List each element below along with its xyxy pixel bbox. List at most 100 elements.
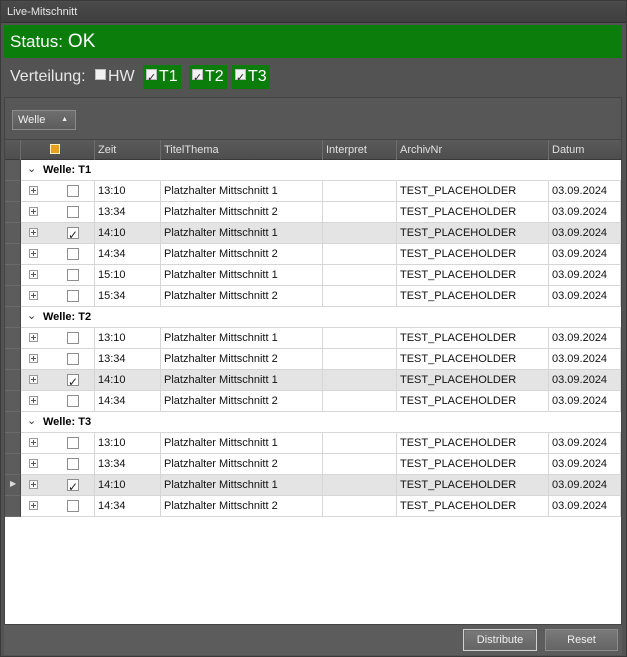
row-checkbox[interactable]: [67, 353, 79, 365]
expand-plus-icon[interactable]: [29, 480, 38, 489]
table-row[interactable]: 14:10Platzhalter Mittschnitt 1 TEST_PLACE…: [21, 475, 621, 496]
row-indicator[interactable]: [5, 244, 21, 265]
row-indicator[interactable]: ▶: [5, 475, 21, 496]
row-checkbox[interactable]: [67, 269, 79, 281]
row-indicator[interactable]: [5, 286, 21, 307]
column-header-datum[interactable]: Datum: [549, 140, 621, 160]
cell-titelthema: Platzhalter Mittschnitt 1: [161, 265, 323, 286]
row-checkbox[interactable]: [67, 206, 79, 218]
row-indicator[interactable]: [5, 433, 21, 454]
row-checkbox[interactable]: [67, 225, 79, 243]
distribution-option-t3[interactable]: T3: [232, 65, 270, 90]
row-checkbox[interactable]: [67, 395, 79, 407]
table-row[interactable]: 13:34 Platzhalter Mittschnitt 2 TEST_PLACE…: [21, 349, 621, 370]
table-row[interactable]: 13:34 Platzhalter Mittschnitt 2 TEST_PLACE…: [21, 202, 621, 223]
cell-zeit: 14:34: [95, 391, 161, 412]
expand-plus-icon[interactable]: [29, 396, 38, 405]
group-row[interactable]: ⌄ Welle: T3: [21, 412, 621, 433]
row-indicator[interactable]: [5, 370, 21, 391]
column-header-zeit[interactable]: Zeit: [95, 140, 161, 160]
row-checkbox[interactable]: [67, 437, 79, 449]
distribute-button[interactable]: Distribute: [463, 629, 537, 651]
expand-plus-icon[interactable]: [29, 270, 38, 279]
table-row[interactable]: 15:10 Platzhalter Mittschnitt 1 TEST_PLACE…: [21, 265, 621, 286]
checkbox-icon[interactable]: [235, 66, 246, 90]
expand-plus-icon[interactable]: [29, 228, 38, 237]
cell-controls: [21, 223, 95, 244]
reset-button[interactable]: Reset: [545, 629, 618, 651]
current-row-pointer-icon: ▶: [10, 479, 17, 488]
group-row[interactable]: ⌄ Welle: T1: [21, 160, 621, 181]
row-indicator[interactable]: [5, 202, 21, 223]
row-indicator[interactable]: [5, 454, 21, 475]
expand-plus-icon[interactable]: [29, 333, 38, 342]
row-indicator[interactable]: [5, 391, 21, 412]
group-title: Welle: T3: [43, 416, 92, 428]
row-checkbox[interactable]: [67, 458, 79, 470]
expand-plus-icon[interactable]: [29, 249, 38, 258]
table-row[interactable]: 15:34 Platzhalter Mittschnitt 2 TEST_PLACE…: [21, 286, 621, 307]
cell-archivnr: TEST_PLACEHOLDER: [397, 370, 549, 391]
select-all-checkbox-icon[interactable]: [50, 144, 60, 154]
chevron-down-icon[interactable]: ⌄: [27, 309, 36, 322]
expand-plus-icon[interactable]: [29, 354, 38, 363]
distribution-option-t2[interactable]: T2: [189, 65, 227, 90]
chevron-down-icon[interactable]: ⌄: [27, 162, 36, 175]
cell-zeit: 13:34: [95, 454, 161, 475]
cell-archivnr: TEST_PLACEHOLDER: [397, 496, 549, 517]
checkbox-icon[interactable]: [146, 66, 157, 90]
column-header-interpret[interactable]: Interpret: [323, 140, 397, 160]
cell-interpret: [323, 328, 397, 349]
row-indicator: [5, 307, 21, 328]
table-row[interactable]: 14:10Platzhalter Mittschnitt 1 TEST_PLACE…: [21, 223, 621, 244]
distribution-option-label: HW: [108, 68, 135, 85]
table-row[interactable]: 13:10 Platzhalter Mittschnitt 1 TEST_PLACE…: [21, 433, 621, 454]
expand-plus-icon[interactable]: [29, 291, 38, 300]
row-indicator[interactable]: [5, 349, 21, 370]
cell-datum: 03.09.2024: [549, 433, 621, 454]
row-checkbox[interactable]: [67, 185, 79, 197]
row-checkbox[interactable]: [67, 372, 79, 390]
column-header-archivnr[interactable]: ArchivNr: [397, 140, 549, 160]
cell-zeit: 13:10: [95, 181, 161, 202]
table-row[interactable]: 13:34 Platzhalter Mittschnitt 2 TEST_PLACE…: [21, 454, 621, 475]
row-indicator[interactable]: [5, 496, 21, 517]
expand-plus-icon[interactable]: [29, 438, 38, 447]
expand-plus-icon[interactable]: [29, 207, 38, 216]
distribution-option-hw[interactable]: HW: [92, 65, 138, 89]
row-indicator[interactable]: [5, 181, 21, 202]
table-row[interactable]: 14:34 Platzhalter Mittschnitt 2 TEST_PLACE…: [21, 244, 621, 265]
row-indicator[interactable]: [5, 223, 21, 244]
row-indicator[interactable]: [5, 328, 21, 349]
cell-interpret: [323, 181, 397, 202]
table-row[interactable]: 13:10 Platzhalter Mittschnitt 1 TEST_PLACE…: [21, 181, 621, 202]
row-checkbox[interactable]: [67, 290, 79, 302]
column-header-titelthema[interactable]: TitelThema: [161, 140, 323, 160]
table-row[interactable]: 14:34 Platzhalter Mittschnitt 2 TEST_PLACE…: [21, 496, 621, 517]
row-checkbox[interactable]: [67, 477, 79, 495]
checkbox-icon[interactable]: [192, 66, 203, 90]
chevron-down-icon[interactable]: ⌄: [27, 414, 36, 427]
cell-datum: 03.09.2024: [549, 286, 621, 307]
select-all-header[interactable]: [21, 140, 95, 160]
distribution-option-t1[interactable]: T1: [143, 65, 181, 90]
table-row[interactable]: 14:34 Platzhalter Mittschnitt 2 TEST_PLACE…: [21, 391, 621, 412]
table-row[interactable]: 13:10 Platzhalter Mittschnitt 1 TEST_PLACE…: [21, 328, 621, 349]
expand-plus-icon[interactable]: [29, 186, 38, 195]
row-checkbox[interactable]: [67, 332, 79, 344]
group-row[interactable]: ⌄ Welle: T2: [21, 307, 621, 328]
expand-plus-icon[interactable]: [29, 375, 38, 384]
expand-plus-icon[interactable]: [29, 501, 38, 510]
expand-plus-icon[interactable]: [29, 459, 38, 468]
row-checkbox[interactable]: [67, 248, 79, 260]
live-mitschnitt-window: Live-Mitschnitt Status: OK Verteilung: HW…: [0, 0, 627, 657]
checkbox-icon[interactable]: [95, 69, 106, 81]
sort-up-icon: ▲: [61, 116, 68, 123]
cell-controls: [21, 202, 95, 223]
group-by-chip-welle[interactable]: Welle ▲: [12, 110, 76, 130]
table-row[interactable]: 14:10Platzhalter Mittschnitt 1 TEST_PLACE…: [21, 370, 621, 391]
row-checkbox[interactable]: [67, 500, 79, 512]
cell-interpret: [323, 454, 397, 475]
row-indicator[interactable]: [5, 265, 21, 286]
distribution-option-label: T3: [248, 68, 267, 85]
